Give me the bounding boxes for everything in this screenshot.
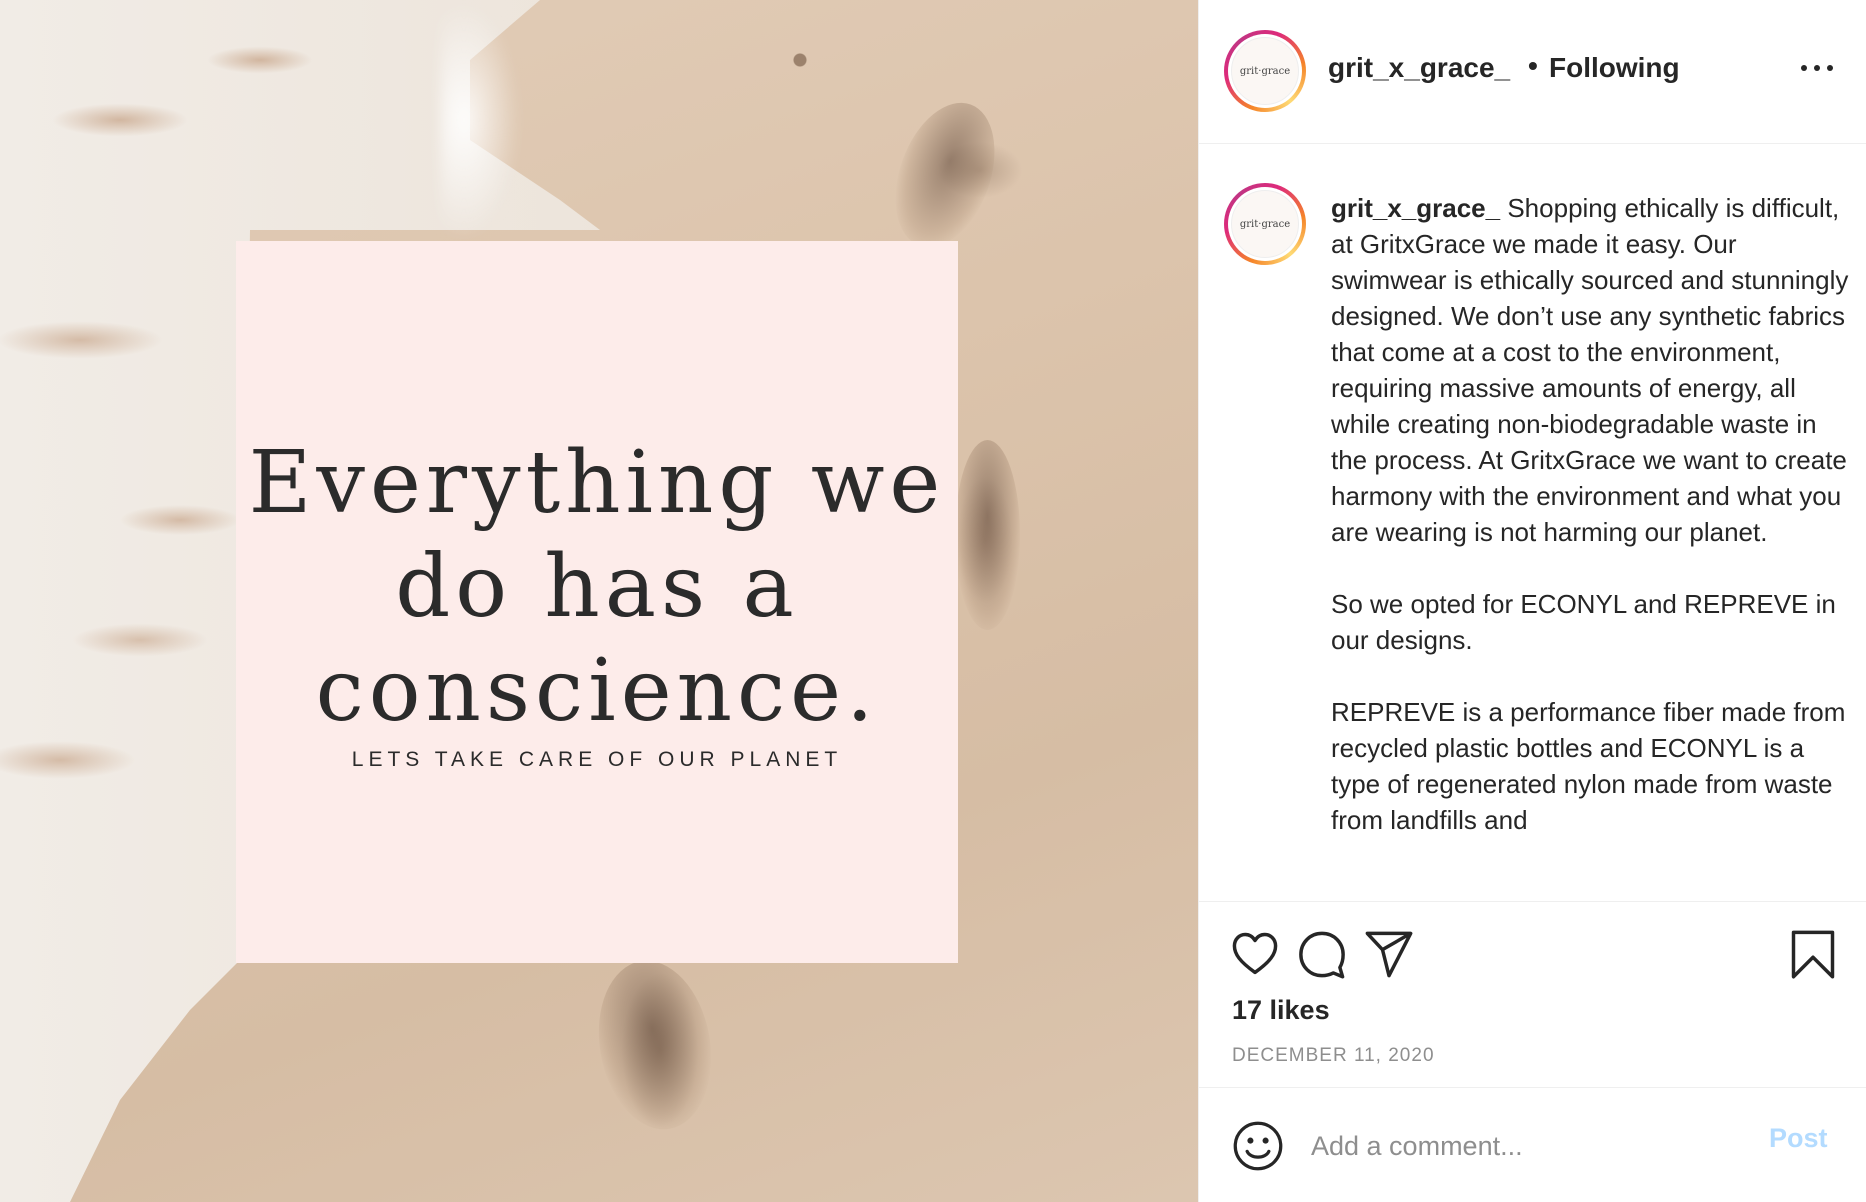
post-header: grit·grace grit_x_grace_ • Following xyxy=(1199,0,1866,144)
post-image[interactable]: Everything we do has a conscience. LETS … xyxy=(0,0,1198,1202)
caption-text: grit_x_grace_ Shopping ethically is diff… xyxy=(1331,190,1851,838)
more-horizontal-icon[interactable] xyxy=(1801,62,1835,74)
quote-card: Everything we do has a conscience. LETS … xyxy=(236,241,958,963)
comment-icon[interactable] xyxy=(1296,928,1348,980)
wave-edge xyxy=(440,0,520,240)
post-panel: grit·grace grit_x_grace_ • Following gri… xyxy=(1198,0,1866,1202)
post-button[interactable]: Post xyxy=(1769,1123,1828,1154)
emoji-icon[interactable] xyxy=(1232,1120,1284,1172)
username-link[interactable]: grit_x_grace_ xyxy=(1328,52,1510,84)
avatar-logo: grit·grace xyxy=(1231,190,1299,258)
separator-dot: • xyxy=(1528,50,1538,81)
comment-bar: Post xyxy=(1199,1089,1866,1202)
caption-area: grit·grace grit_x_grace_ Shopping ethica… xyxy=(1199,145,1866,902)
quote-subtitle: LETS TAKE CARE OF OUR PLANET xyxy=(351,748,843,771)
bookmark-icon[interactable] xyxy=(1787,928,1839,980)
caption-username[interactable]: grit_x_grace_ xyxy=(1331,193,1500,223)
footprint xyxy=(955,440,1020,630)
caption-body: Shopping ethically is difficult, at Grit… xyxy=(1331,193,1849,835)
comment-input[interactable] xyxy=(1311,1123,1741,1169)
action-bar: 17 likes DECEMBER 11, 2020 xyxy=(1199,903,1866,1088)
avatar-logo: grit·grace xyxy=(1231,37,1299,105)
following-button[interactable]: Following xyxy=(1549,52,1680,84)
quote-line: Everything we xyxy=(248,433,946,533)
quote-line: conscience. xyxy=(315,641,879,741)
caption-avatar[interactable]: grit·grace xyxy=(1224,183,1306,265)
heart-icon[interactable] xyxy=(1229,928,1281,980)
share-icon[interactable] xyxy=(1363,928,1415,980)
likes-count[interactable]: 17 likes xyxy=(1232,995,1330,1026)
quote-text: Everything we do has a conscience. xyxy=(236,431,958,743)
post-date[interactable]: DECEMBER 11, 2020 xyxy=(1232,1045,1435,1067)
quote-line: do has a xyxy=(395,537,799,637)
avatar[interactable]: grit·grace xyxy=(1224,30,1306,112)
